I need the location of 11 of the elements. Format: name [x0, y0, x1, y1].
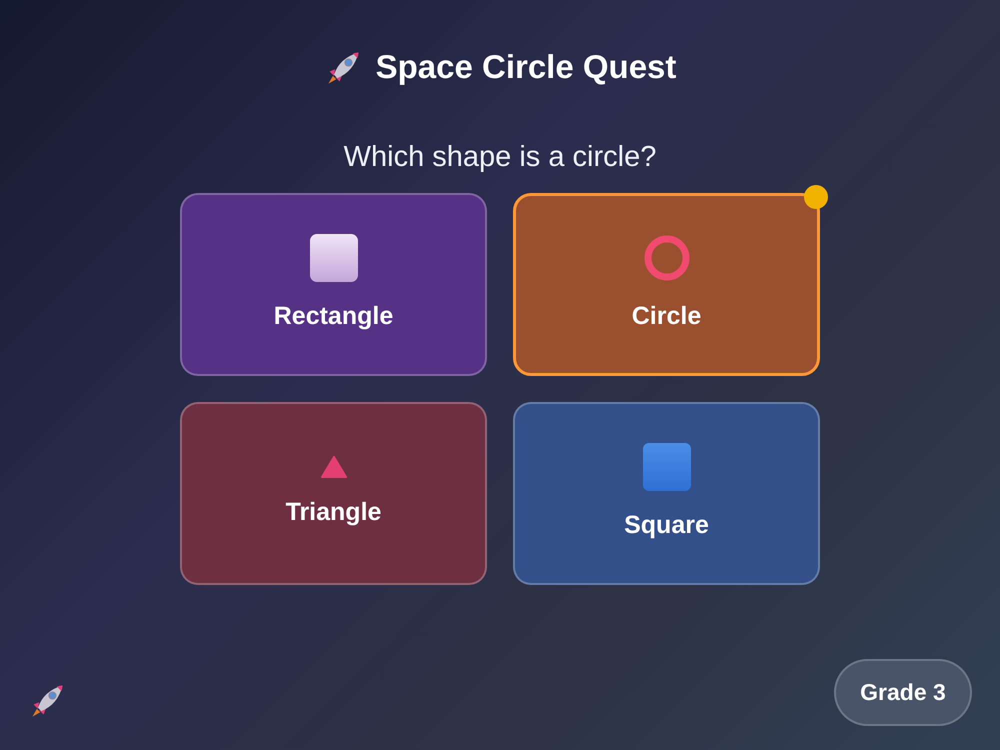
grade-button[interactable]: Grade 3	[834, 659, 972, 726]
answer-option[interactable]: Circle	[513, 193, 820, 376]
app-title: Space Circle Quest	[376, 47, 676, 87]
triangle-icon	[320, 456, 346, 478]
square-icon	[642, 442, 690, 491]
question-text: Which shape is a circle?	[344, 140, 656, 174]
answer-option[interactable]: Square	[513, 402, 820, 585]
answer-option[interactable]: Rectangle	[180, 193, 487, 376]
ring-icon	[642, 234, 690, 282]
answer-option[interactable]: Triangle	[180, 402, 487, 585]
square-icon	[310, 234, 358, 282]
